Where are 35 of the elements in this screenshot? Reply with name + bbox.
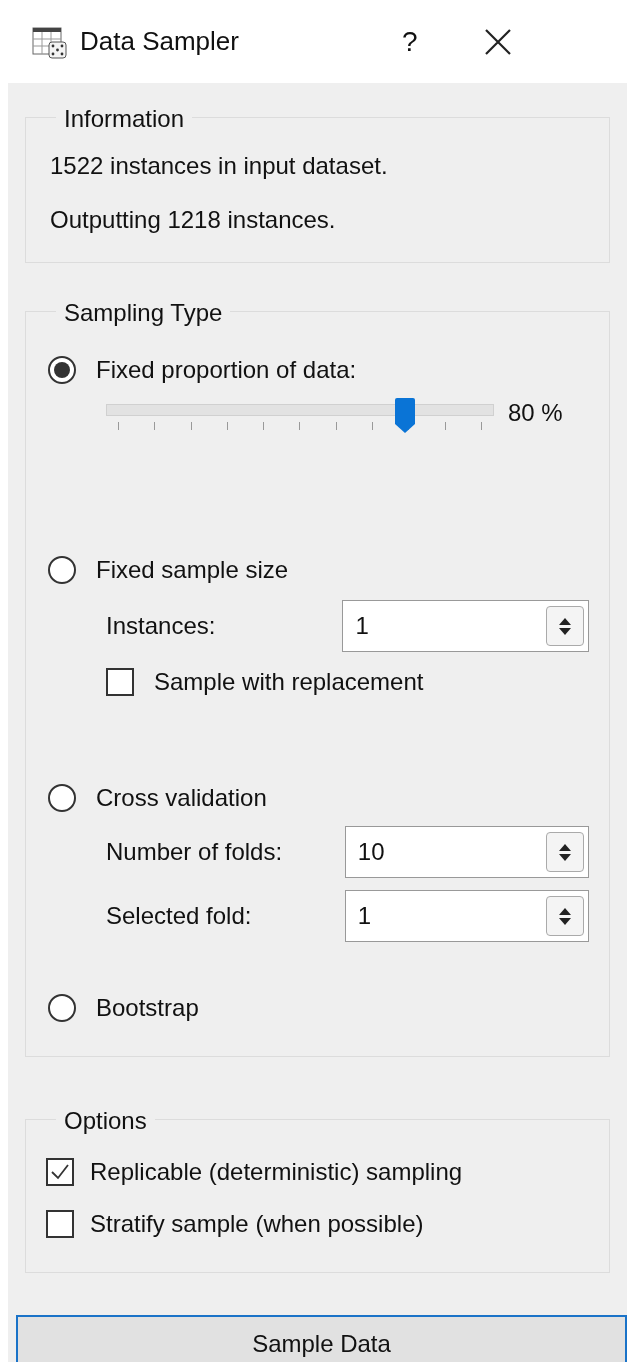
radio-label[interactable]: Bootstrap — [96, 990, 199, 1026]
checkbox-label[interactable]: Stratify sample (when possible) — [90, 1206, 424, 1242]
checkbox-label[interactable]: Sample with replacement — [154, 664, 424, 700]
checkbox[interactable] — [46, 1210, 74, 1238]
field-label: Instances: — [106, 611, 217, 641]
spin-value: 10 — [357, 837, 385, 867]
sample-data-button[interactable]: Sample Data — [16, 1315, 627, 1362]
spin-box[interactable]: 1 — [344, 890, 589, 942]
spin-value: 1 — [355, 611, 369, 641]
slider-track[interactable] — [106, 398, 494, 434]
spin-arrows-icon[interactable] — [546, 832, 584, 872]
info-text: Outputting 1218 instances. — [50, 205, 337, 235]
radio-button[interactable] — [48, 994, 76, 1022]
field-label: Number of folds: — [106, 837, 284, 867]
radio-button[interactable] — [48, 356, 76, 384]
checkbox[interactable] — [46, 1158, 74, 1186]
close-icon[interactable] — [483, 27, 512, 56]
info-text: 1522 instances in input dataset. — [50, 151, 389, 181]
slider-value: 80 % — [508, 398, 563, 428]
window-title: Data Sampler — [80, 25, 239, 58]
slider-thumb[interactable] — [394, 398, 417, 434]
radio-button[interactable] — [48, 556, 76, 584]
field-label: Selected fold: — [106, 901, 253, 931]
spin-arrows-icon[interactable] — [546, 896, 584, 936]
help-button[interactable]: ? — [393, 20, 426, 63]
radio-button[interactable] — [48, 784, 76, 812]
radio-label[interactable]: Fixed sample size — [96, 552, 289, 588]
spin-box[interactable]: 1 — [342, 600, 589, 652]
checkbox-label[interactable]: Replicable (deterministic) sampling — [90, 1154, 463, 1190]
radio-label[interactable]: Fixed proportion of data: — [96, 352, 357, 388]
spin-value: 1 — [357, 901, 372, 931]
radio-label[interactable]: Cross validation — [96, 780, 267, 816]
spin-box[interactable]: 10 — [344, 826, 589, 878]
spin-arrows-icon[interactable] — [546, 606, 584, 646]
checkbox[interactable] — [106, 668, 134, 696]
